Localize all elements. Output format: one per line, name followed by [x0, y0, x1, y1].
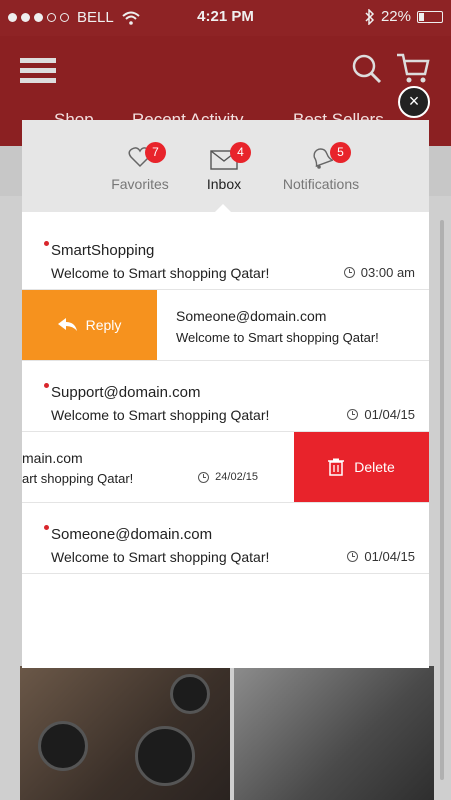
tab-favorites-label: Favorites: [111, 176, 169, 192]
menu-icon[interactable]: [20, 58, 56, 88]
message-item[interactable]: Someone@domain.com Welcome to Smart shop…: [22, 503, 429, 574]
message-time: 01/04/15: [347, 549, 415, 564]
tab-notifications[interactable]: 5 Notifications: [278, 142, 364, 192]
reply-label: Reply: [85, 317, 122, 333]
status-right: 22%: [365, 8, 443, 25]
close-button[interactable]: ×: [398, 86, 430, 118]
message-preview: Welcome to Smart shopping Qatar!: [51, 549, 270, 565]
status-bar: BELL 4:21 PM 22%: [0, 0, 451, 36]
favorites-badge: 7: [145, 142, 166, 163]
unread-dot-icon: [44, 241, 49, 246]
camera-photo: [20, 666, 230, 800]
message-item[interactable]: Support@domain.com Welcome to Smart shop…: [22, 361, 429, 432]
tab-inbox-label: Inbox: [206, 176, 242, 192]
message-sender: Support@domain.com: [51, 384, 201, 401]
clock-icon: [347, 551, 359, 562]
message-time: 24/02/15: [198, 471, 258, 483]
cart-icon[interactable]: [396, 52, 430, 84]
tab-favorites[interactable]: 7 Favorites: [108, 142, 172, 192]
message-preview: Welcome to Smart shopping Qatar!: [51, 265, 270, 281]
unread-dot-icon: [44, 525, 49, 530]
message-time: 03:00 am: [343, 265, 415, 280]
heart-icon: 7: [127, 142, 166, 170]
message-time-text: 24/02/15: [215, 471, 258, 483]
message-sender: Someone@domain.com: [51, 526, 213, 543]
message-time-text: 03:00 am: [360, 265, 415, 280]
message-sender: Someone@domain.com: [176, 308, 327, 324]
inbox-badge: 4: [230, 142, 251, 163]
message-preview: art shopping Qatar!: [22, 471, 134, 486]
trash-icon: [328, 458, 345, 476]
clock-icon: [198, 471, 210, 483]
message-time-text: 01/04/15: [364, 549, 415, 564]
notifications-badge: 5: [330, 142, 351, 163]
clock-icon: [347, 409, 359, 420]
bluetooth-icon: [365, 8, 375, 25]
battery-percent: 22%: [380, 8, 411, 25]
reply-icon: [57, 318, 77, 331]
tab-inbox[interactable]: 4 Inbox: [202, 142, 251, 192]
modal-tab-bar: 7 Favorites 4 Inbox 5 Notifications: [22, 120, 429, 212]
message-sender: main.com: [22, 450, 83, 466]
clock-icon: [343, 267, 355, 278]
search-icon[interactable]: [352, 54, 382, 84]
bell-icon: 5: [308, 142, 351, 170]
reply-button[interactable]: Reply: [22, 290, 157, 360]
envelope-icon: 4: [210, 142, 251, 170]
unread-dot-icon: [44, 383, 49, 388]
delete-label: Delete: [354, 459, 395, 475]
battery-icon: [417, 10, 443, 23]
message-time: 01/04/15: [347, 407, 415, 422]
desk-photo: [234, 666, 434, 800]
message-preview: Welcome to Smart shopping Qatar!: [51, 407, 270, 423]
message-preview: Welcome to Smart shopping Qatar!: [176, 330, 379, 345]
message-item-swiped-delete[interactable]: main.com art shopping Qatar! 24/02/15 De…: [22, 432, 429, 503]
message-item[interactable]: SmartShopping Welcome to Smart shopping …: [22, 219, 429, 290]
delete-button[interactable]: Delete: [294, 432, 429, 502]
scrollbar[interactable]: [440, 220, 444, 780]
tab-notifications-label: Notifications: [282, 176, 360, 192]
active-tab-indicator: [215, 204, 231, 212]
message-sender: SmartShopping: [51, 242, 155, 259]
messages-modal: 7 Favorites 4 Inbox 5 Notifications Smar…: [22, 120, 429, 668]
message-time-text: 01/04/15: [364, 407, 415, 422]
message-item-swiped-reply[interactable]: Reply Someone@domain.com Welcome to Smar…: [22, 290, 429, 361]
